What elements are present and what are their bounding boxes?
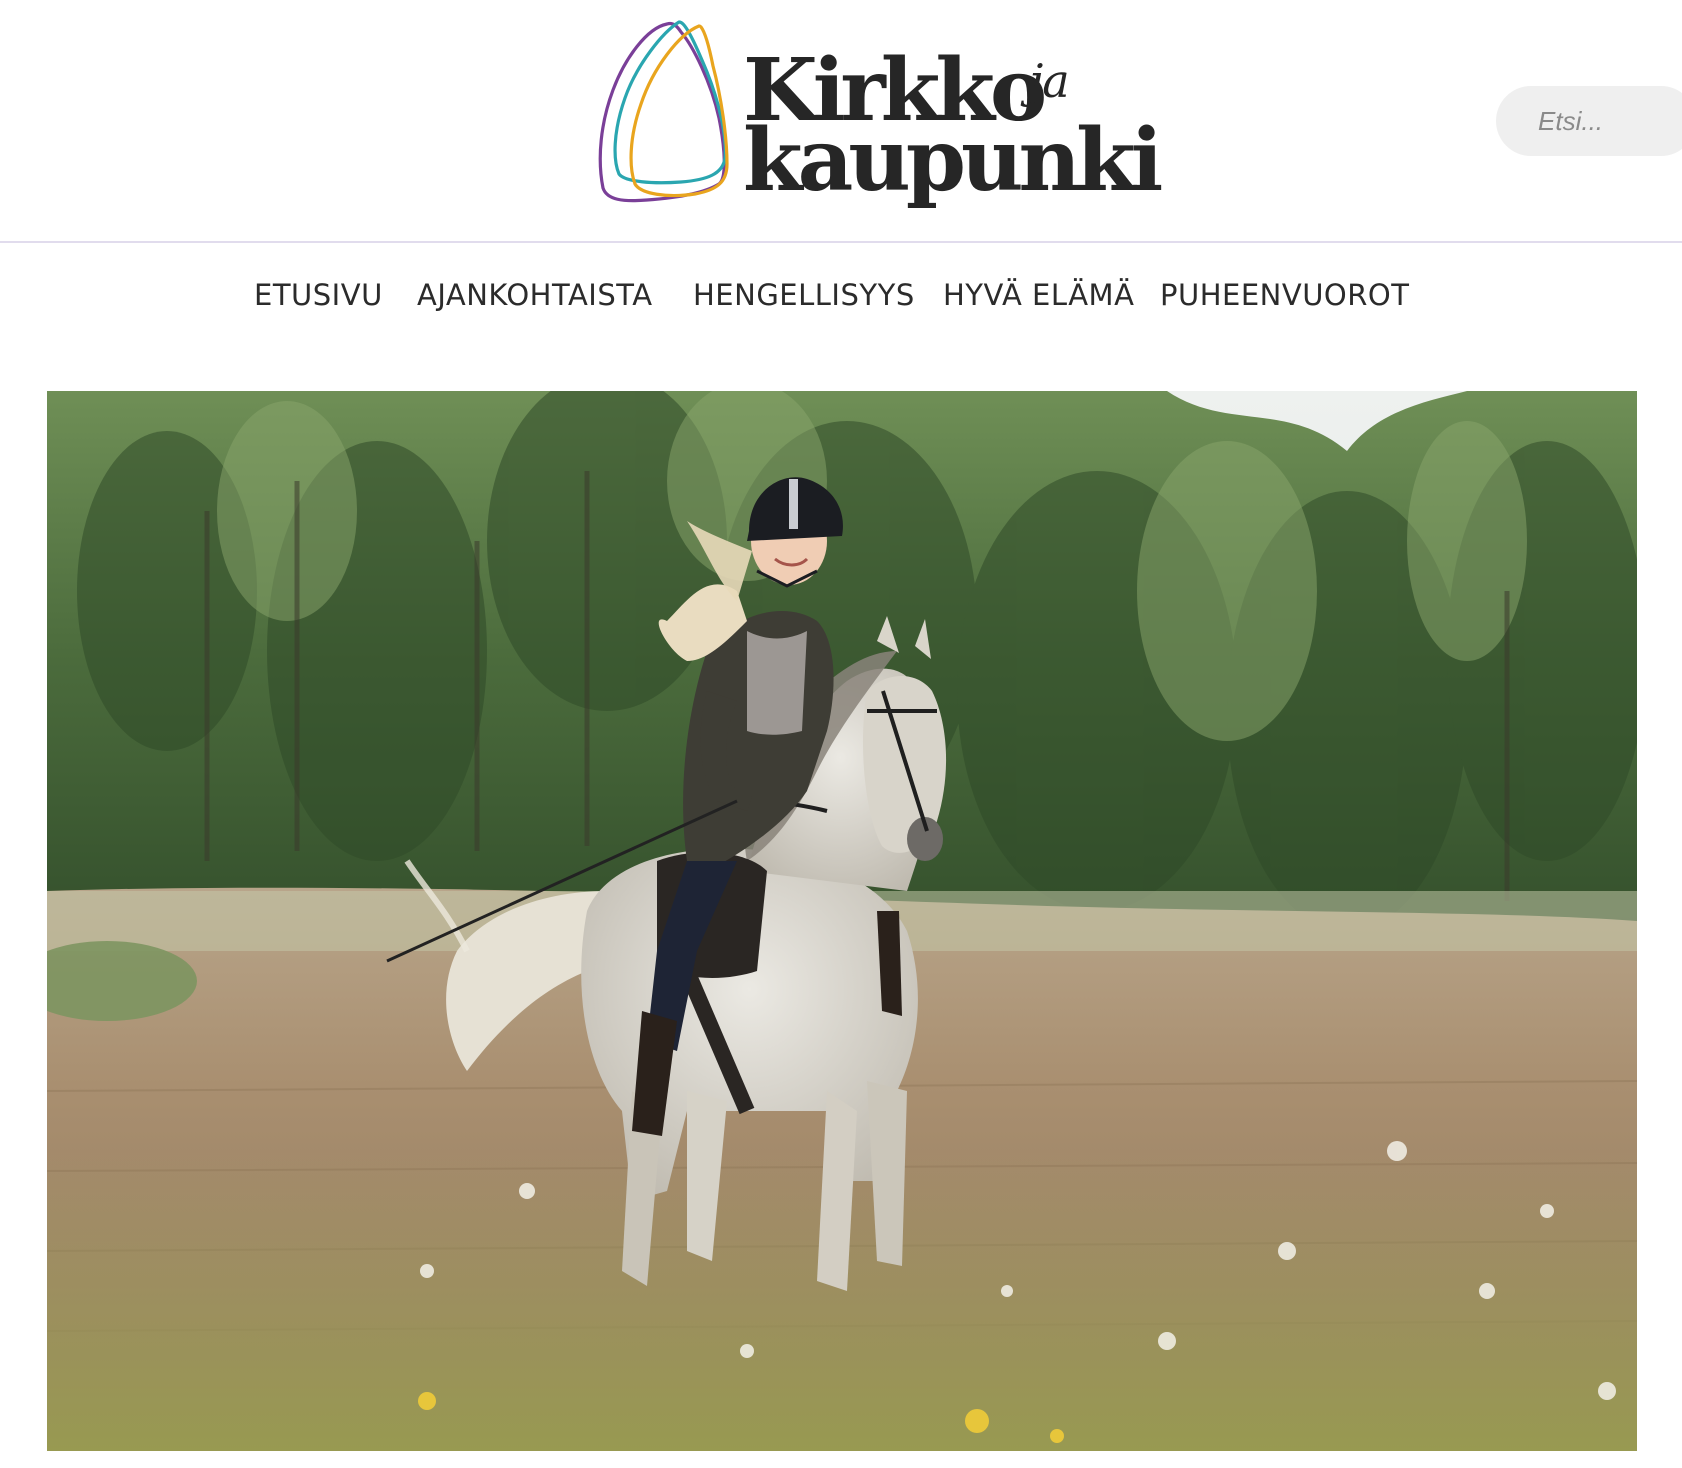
nav-list: ETUSIVU AJANKOHTAISTA HENGELLISYYS HYVÄ … — [0, 243, 1682, 343]
nav-item-ajankohtaista[interactable]: AJANKOHTAISTA — [417, 275, 653, 315]
search-input[interactable] — [1496, 86, 1682, 156]
site-logo[interactable]: Kirkko ja kaupunki — [595, 18, 1163, 208]
logo-wordmark: Kirkko ja kaupunki — [743, 40, 1163, 220]
nav-item-puheenvuorot[interactable]: PUHEENVUOROT — [1160, 275, 1409, 315]
site-header: Kirkko ja kaupunki — [0, 0, 1682, 243]
hero-image[interactable] — [47, 391, 1637, 1451]
logo-word-kaupunki: kaupunki — [743, 110, 1163, 211]
logo-word-ja: ja — [1029, 54, 1070, 108]
main-navigation: ETUSIVU AJANKOHTAISTA HENGELLISYYS HYVÄ … — [0, 243, 1682, 343]
nav-item-hyva-elama[interactable]: HYVÄ ELÄMÄ — [943, 275, 1134, 315]
nav-item-etusivu[interactable]: ETUSIVU — [254, 275, 383, 315]
hero-photo-horse-rider — [47, 391, 1637, 1451]
logo-mark-icon — [598, 20, 729, 203]
nav-item-hengellisyys[interactable]: HENGELLISYYS — [693, 275, 915, 315]
